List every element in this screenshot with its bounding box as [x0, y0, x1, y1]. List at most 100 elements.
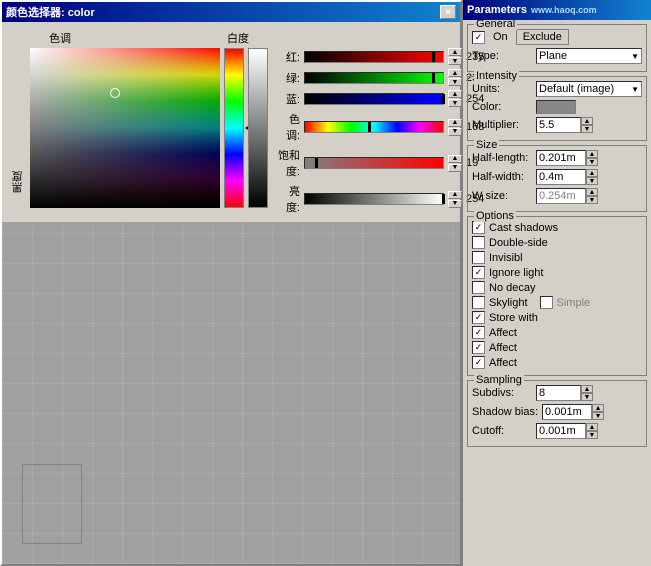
- multiplier-input[interactable]: [536, 117, 581, 133]
- w-size-spinner: ▲ ▼: [536, 188, 598, 204]
- ignore-light-checkbox[interactable]: ✓: [472, 266, 485, 279]
- skylight-row: Skylight Simple: [472, 296, 642, 309]
- color-crosshair: [110, 88, 120, 98]
- blue-spinner[interactable]: ▲ ▼: [448, 90, 462, 107]
- ignore-light-row: ✓ Ignore light: [472, 266, 642, 279]
- brightness-slider[interactable]: [248, 48, 268, 208]
- sat-up-btn[interactable]: ▲: [448, 155, 462, 163]
- green-up-btn[interactable]: ▲: [448, 69, 462, 77]
- type-dropdown[interactable]: Plane ▼: [536, 48, 642, 64]
- cutoff-label: Cutoff:: [472, 425, 532, 437]
- w-size-down-btn[interactable]: ▼: [586, 196, 598, 204]
- green-spinner[interactable]: ▲ ▼: [448, 69, 462, 86]
- half-width-up-btn[interactable]: ▲: [586, 169, 598, 177]
- half-width-input[interactable]: [536, 169, 586, 185]
- affect1-row: ✓ Affect: [472, 326, 642, 339]
- subdivs-up-btn[interactable]: ▲: [581, 385, 593, 393]
- w-size-up-btn[interactable]: ▲: [586, 188, 598, 196]
- subdivs-input[interactable]: [536, 385, 581, 401]
- bright-down-btn[interactable]: ▼: [448, 200, 462, 208]
- subdivs-label: Subdivs:: [472, 387, 532, 399]
- invisible-row: Invisibl: [472, 251, 642, 264]
- intensity-section: Intensity Units: Default (image) ▼ Color…: [467, 76, 647, 141]
- red-slider-row: 红: ▲ ▼ 235: [276, 48, 494, 65]
- hue-slider[interactable]: [224, 48, 244, 208]
- cutoff-spinner: ▲ ▼: [536, 423, 598, 439]
- store-with-label: Store with: [489, 312, 538, 324]
- cutoff-input[interactable]: [536, 423, 586, 439]
- multiplier-spin-btns: ▲ ▼: [581, 117, 593, 133]
- color-swatch[interactable]: [536, 100, 576, 114]
- store-with-checkbox[interactable]: ✓: [472, 311, 485, 324]
- hue-h-slider[interactable]: [304, 121, 444, 133]
- cast-shadows-checkbox[interactable]: ✓: [472, 221, 485, 234]
- affect2-row: ✓ Affect: [472, 341, 642, 354]
- multiplier-down-btn[interactable]: ▼: [581, 125, 593, 133]
- shadow-bias-up-btn[interactable]: ▲: [592, 404, 604, 412]
- affect1-label: Affect: [489, 327, 517, 339]
- shadow-bias-label: Shadow bias:: [472, 406, 538, 418]
- cutoff-up-btn[interactable]: ▲: [586, 423, 598, 431]
- params-content: General ✓ On Exclude Type: Plane ▼ Inten…: [463, 20, 651, 566]
- bright-slider[interactable]: [304, 193, 444, 205]
- half-width-down-btn[interactable]: ▼: [586, 177, 598, 185]
- shadow-bias-down-btn[interactable]: ▼: [592, 412, 604, 420]
- hue-h-spinner[interactable]: ▲ ▼: [448, 119, 462, 136]
- type-value: Plane: [539, 50, 567, 62]
- on-checkbox[interactable]: ✓: [472, 31, 485, 44]
- simple-checkbox[interactable]: [540, 296, 553, 309]
- spectrum-labels: 色调 白度: [29, 30, 249, 46]
- options-section-label: Options: [474, 210, 516, 222]
- units-dropdown[interactable]: Default (image) ▼: [536, 81, 642, 97]
- dialog-titlebar: 颜色选择器: color ×: [2, 2, 460, 22]
- half-length-input[interactable]: [536, 150, 586, 166]
- hue-h-down-btn[interactable]: ▼: [448, 128, 462, 136]
- color-gradient-box[interactable]: [30, 48, 220, 208]
- no-decay-label: No decay: [489, 282, 535, 294]
- params-panel: Parameters www.haoq.com General ✓ On Exc…: [462, 0, 651, 566]
- red-slider[interactable]: [304, 51, 444, 63]
- blue-down-btn[interactable]: ▼: [448, 99, 462, 107]
- hue-h-up-btn[interactable]: ▲: [448, 119, 462, 127]
- double-side-label: Double-side: [489, 237, 548, 249]
- type-label: Type:: [472, 50, 532, 62]
- blue-slider[interactable]: [304, 93, 444, 105]
- shadow-bias-spinner: ▲ ▼: [542, 404, 604, 420]
- sat-down-btn[interactable]: ▼: [448, 164, 462, 172]
- red-spinner[interactable]: ▲ ▼: [448, 48, 462, 65]
- intensity-section-label: Intensity: [474, 70, 519, 82]
- half-length-down-btn[interactable]: ▼: [586, 158, 598, 166]
- red-down-btn[interactable]: ▼: [448, 57, 462, 65]
- close-button[interactable]: ×: [440, 5, 456, 19]
- bright-slider-row: 亮度: ▲ ▼ 254: [276, 183, 494, 215]
- red-up-btn[interactable]: ▲: [448, 48, 462, 56]
- sat-spinner[interactable]: ▲ ▼: [448, 155, 462, 172]
- type-dropdown-arrow: ▼: [631, 52, 639, 61]
- exclude-button[interactable]: Exclude: [516, 29, 569, 45]
- multiplier-up-btn[interactable]: ▲: [581, 117, 593, 125]
- shadow-bias-input[interactable]: [542, 404, 592, 420]
- green-slider[interactable]: [304, 72, 444, 84]
- sat-slider[interactable]: [304, 157, 444, 169]
- green-down-btn[interactable]: ▼: [448, 78, 462, 86]
- black-label: 黑度: [10, 63, 26, 193]
- w-size-input[interactable]: [536, 188, 586, 204]
- color-label: 色调: [49, 30, 71, 46]
- no-decay-row: No decay: [472, 281, 642, 294]
- subdivs-down-btn[interactable]: ▼: [581, 393, 593, 401]
- bright-spinner[interactable]: ▲ ▼: [448, 191, 462, 208]
- blue-up-btn[interactable]: ▲: [448, 90, 462, 98]
- skylight-checkbox[interactable]: [472, 296, 485, 309]
- half-length-row: Half-length: ▲ ▼: [472, 150, 642, 166]
- invisible-checkbox[interactable]: [472, 251, 485, 264]
- affect2-checkbox[interactable]: ✓: [472, 341, 485, 354]
- double-side-checkbox[interactable]: [472, 236, 485, 249]
- cutoff-down-btn[interactable]: ▼: [586, 431, 598, 439]
- cutoff-spin-btns: ▲ ▼: [586, 423, 598, 439]
- bright-up-btn[interactable]: ▲: [448, 191, 462, 199]
- no-decay-checkbox[interactable]: [472, 281, 485, 294]
- affect3-checkbox[interactable]: ✓: [472, 356, 485, 369]
- affect1-checkbox[interactable]: ✓: [472, 326, 485, 339]
- on-exclude-row: ✓ On Exclude: [472, 29, 642, 45]
- half-length-up-btn[interactable]: ▲: [586, 150, 598, 158]
